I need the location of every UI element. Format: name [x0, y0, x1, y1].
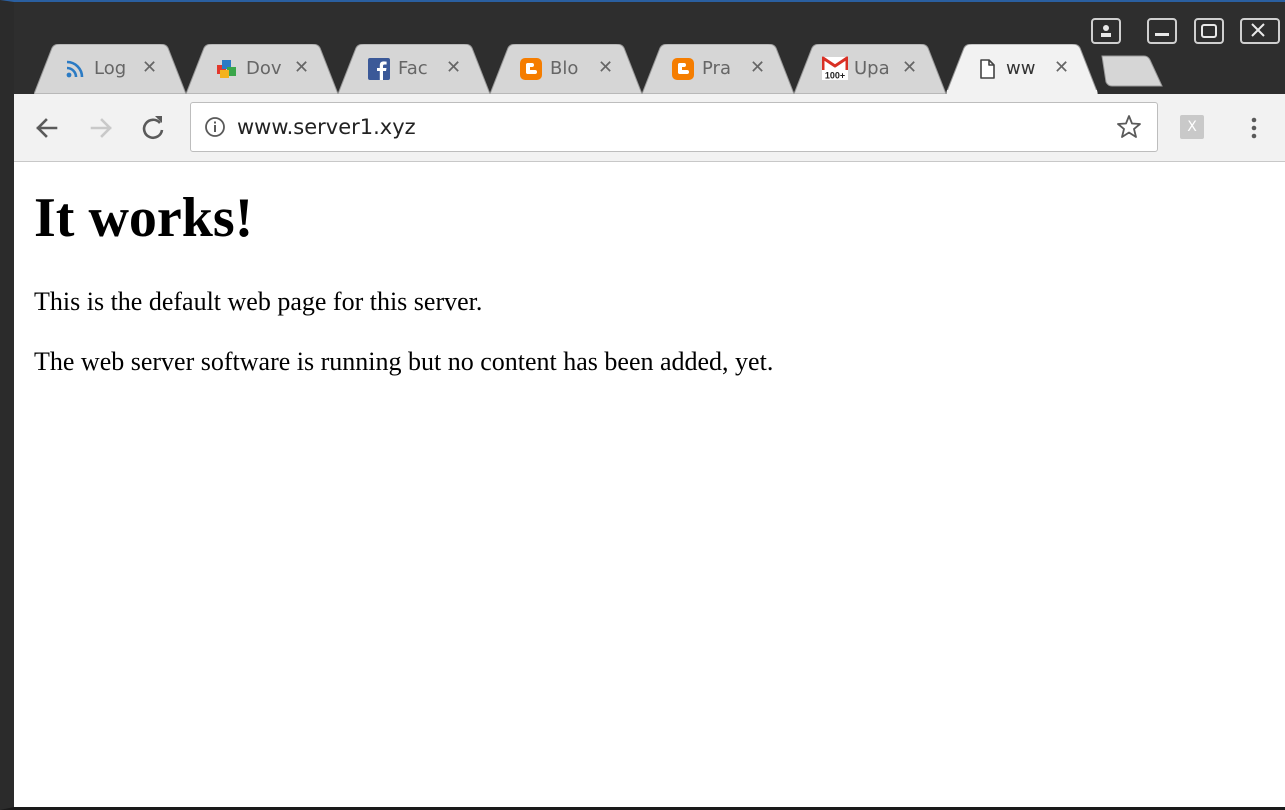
reload-button[interactable]: [136, 111, 170, 145]
browser-window: Log ✕ Dov ✕ Fac ✕ Blo ✕ Pra ✕ 100+ Upa ✕…: [0, 0, 1285, 810]
tab-title: ww: [1006, 58, 1036, 79]
bookmark-star-icon[interactable]: [1115, 113, 1143, 141]
page-heading: It works!: [34, 187, 254, 249]
tab-gmail[interactable]: 100+ Upa ✕: [794, 44, 946, 94]
tab-blogger-1[interactable]: Blo ✕: [490, 44, 642, 94]
tab-title: Log: [94, 58, 127, 79]
tab-title: Blo: [550, 58, 579, 79]
tab-close-icon[interactable]: ✕: [294, 57, 309, 79]
extension-button[interactable]: X: [1180, 115, 1204, 139]
tab-close-icon[interactable]: ✕: [902, 57, 917, 79]
person-icon: [1101, 25, 1111, 37]
back-button[interactable]: [30, 111, 64, 145]
maximize-button[interactable]: [1194, 18, 1224, 44]
tab-title: Dov: [246, 58, 282, 79]
profile-button[interactable]: [1091, 18, 1121, 44]
tab-download[interactable]: Dov ✕: [186, 44, 338, 94]
page-content: It works! This is the default web page f…: [14, 162, 1285, 807]
rss-icon: [66, 60, 84, 78]
gmail-icon: 100+: [822, 56, 848, 80]
gmail-badge: 100+: [825, 71, 845, 81]
tab-close-icon[interactable]: ✕: [750, 57, 765, 79]
close-icon: [1251, 23, 1265, 37]
download-icon: [217, 60, 236, 78]
facebook-icon: [368, 58, 390, 80]
url-text[interactable]: www.server1.xyz: [237, 113, 416, 141]
tab-close-icon[interactable]: ✕: [142, 57, 157, 79]
page-icon: [980, 59, 995, 79]
tab-title: Fac: [398, 58, 428, 79]
new-tab-button[interactable]: [1094, 54, 1164, 88]
close-window-button[interactable]: [1240, 18, 1280, 44]
tab-blogger-2[interactable]: Pra ✕: [642, 44, 794, 94]
tab-title: Pra: [702, 58, 731, 79]
tab-log[interactable]: Log ✕: [34, 44, 186, 94]
blogger-icon: [520, 58, 542, 80]
tab-close-icon[interactable]: ✕: [598, 57, 613, 79]
info-icon[interactable]: [203, 115, 227, 139]
menu-icon[interactable]: [1242, 112, 1266, 144]
tab-active-page[interactable]: ww ✕: [946, 44, 1098, 94]
tab-title: Upa: [854, 58, 890, 79]
tab-close-icon[interactable]: ✕: [446, 57, 461, 79]
maximize-icon: [1201, 24, 1217, 38]
forward-button[interactable]: [84, 111, 118, 145]
tab-close-icon[interactable]: ✕: [1054, 57, 1069, 79]
minimize-icon: [1155, 33, 1169, 36]
minimize-button[interactable]: [1147, 18, 1177, 44]
tab-facebook[interactable]: Fac ✕: [338, 44, 490, 94]
browser-toolbar: www.server1.xyz X: [14, 94, 1285, 162]
page-paragraph: This is the default web page for this se…: [34, 287, 483, 316]
tab-strip: Log ✕ Dov ✕ Fac ✕ Blo ✕ Pra ✕ 100+ Upa ✕…: [14, 2, 1285, 94]
address-bar[interactable]: www.server1.xyz: [190, 102, 1158, 152]
page-paragraph: The web server software is running but n…: [34, 347, 774, 376]
blogger-icon: [672, 58, 694, 80]
